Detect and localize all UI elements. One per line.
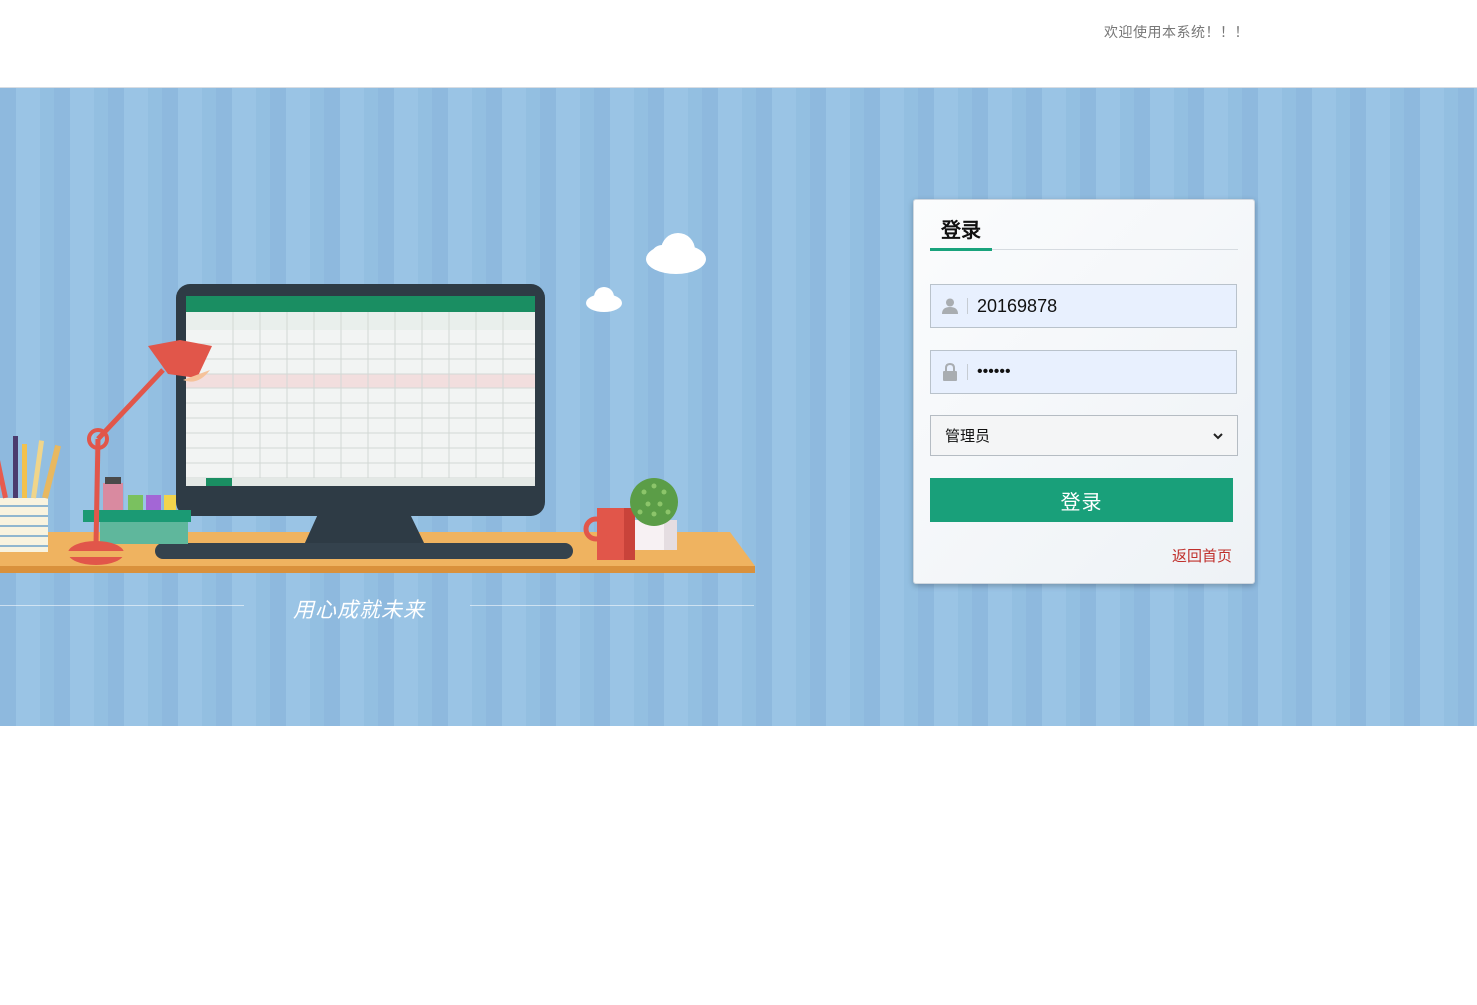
slogan-divider-left: [0, 605, 244, 606]
lock-icon: [931, 351, 969, 393]
welcome-text: 欢迎使用本系统！！！: [1104, 24, 1249, 40]
back-home-link[interactable]: 返回首页: [1172, 545, 1232, 566]
cloud-icon: [646, 233, 706, 274]
login-button[interactable]: 登录: [930, 478, 1233, 522]
password-field[interactable]: [930, 350, 1237, 394]
password-input[interactable]: [977, 351, 1227, 393]
slogan-divider-right: [470, 605, 754, 606]
login-panel: 登录 管理员: [913, 199, 1255, 584]
field-separator: [967, 298, 968, 314]
title-underline: [930, 248, 992, 251]
top-header: 欢迎使用本系统！！！: [0, 0, 1477, 88]
field-separator: [967, 364, 968, 380]
slogan-text: 用心成就未来: [293, 598, 425, 622]
username-input[interactable]: [977, 285, 1227, 327]
cloud-icon: [586, 287, 622, 312]
username-field[interactable]: [930, 284, 1237, 328]
login-title: 登录: [941, 220, 981, 242]
role-select-value: 管理员: [945, 428, 991, 445]
user-icon: [931, 285, 969, 327]
desk-illustration: [0, 233, 755, 573]
hero-banner: 用心成就未来 登录 20169878 •••••• 管理员 登录 返回首页: [0, 88, 1477, 726]
chevron-down-icon: [1213, 427, 1223, 444]
role-select[interactable]: 管理员: [930, 415, 1238, 456]
